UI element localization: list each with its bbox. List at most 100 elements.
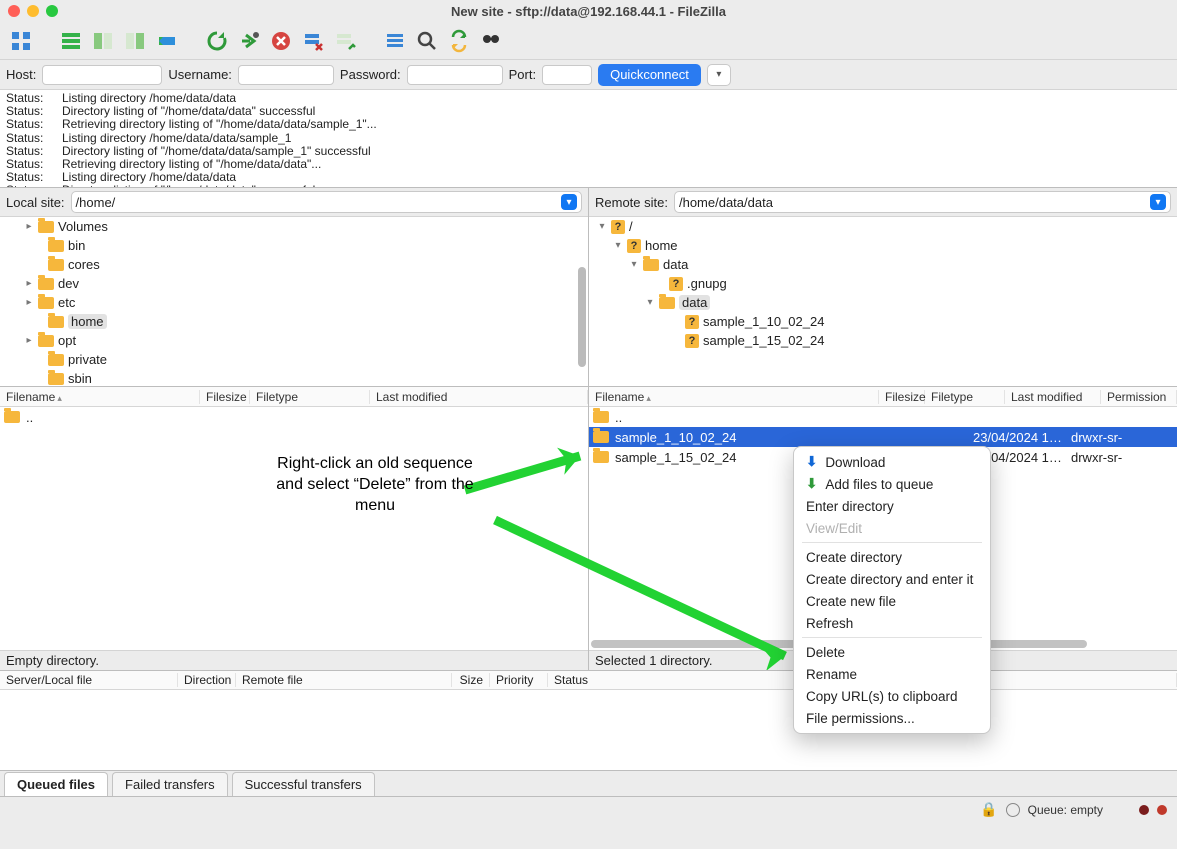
toggle-queue-icon[interactable]: [152, 26, 182, 56]
tree-node[interactable]: ▾?home: [589, 236, 1177, 255]
disclosure-icon[interactable]: ▾: [629, 259, 639, 270]
disclosure-icon[interactable]: ▸: [24, 278, 34, 289]
reconnect-icon[interactable]: [330, 26, 360, 56]
col-direction[interactable]: Direction: [178, 673, 236, 687]
remote-site-label: Remote site:: [595, 195, 668, 210]
globe-icon: [1006, 803, 1020, 817]
tree-node[interactable]: sbin: [0, 369, 588, 387]
tree-node[interactable]: home: [0, 312, 588, 331]
tree-node[interactable]: ▸etc: [0, 293, 588, 312]
local-path-input[interactable]: /home/ ▾: [71, 191, 582, 213]
col-size[interactable]: Size: [452, 673, 490, 687]
username-input[interactable]: [238, 65, 334, 85]
tab-queued[interactable]: Queued files: [4, 772, 108, 796]
folder-icon: [593, 411, 609, 423]
host-input[interactable]: [42, 65, 162, 85]
local-path-dropdown-icon[interactable]: ▾: [561, 194, 577, 210]
filter-icon[interactable]: [380, 26, 410, 56]
port-input[interactable]: [542, 65, 592, 85]
folder-icon: [659, 297, 675, 309]
tree-node[interactable]: ▾ data: [589, 255, 1177, 274]
ctx-rename[interactable]: Rename: [794, 663, 990, 685]
disconnect-icon[interactable]: [298, 26, 328, 56]
folder-icon: [643, 259, 659, 271]
ctx-refresh[interactable]: Refresh: [794, 612, 990, 634]
tree-node[interactable]: ▾?/: [589, 217, 1177, 236]
remote-tree[interactable]: ▾?/▾?home▾data?.gnupg▾data?sample_1_10_0…: [589, 217, 1177, 387]
ctx-create-file[interactable]: Create new file: [794, 590, 990, 612]
log-line: Status:Directory listing of "/home/data/…: [6, 145, 1171, 158]
unknown-folder-icon: ?: [611, 220, 625, 234]
tree-node[interactable]: ▸dev: [0, 274, 588, 293]
disclosure-icon[interactable]: ▸: [24, 221, 34, 232]
tree-node[interactable]: ▸opt: [0, 331, 588, 350]
site-manager-icon[interactable]: [6, 26, 36, 56]
disclosure-icon[interactable]: ▾: [645, 297, 655, 308]
col-priority[interactable]: Priority: [490, 673, 548, 687]
tree-node[interactable]: ▸ Volumes: [0, 217, 588, 236]
directory-compare-icon[interactable]: [412, 26, 442, 56]
ctx-download[interactable]: ⬇Download: [794, 451, 990, 473]
tree-label: Volumes: [58, 219, 108, 234]
col-permissions[interactable]: Permission: [1101, 390, 1177, 404]
col-remote[interactable]: Remote file: [236, 673, 452, 687]
cancel-icon[interactable]: [266, 26, 296, 56]
col-filename[interactable]: Filename: [6, 390, 55, 404]
ctx-file-permissions[interactable]: File permissions...: [794, 707, 990, 729]
local-tree-scrollbar[interactable]: [578, 267, 586, 367]
download-icon: ⬇: [806, 454, 817, 470]
tree-node[interactable]: bin: [0, 236, 588, 255]
file-row[interactable]: sample_1_10_02_2423/04/2024 1…drwxr-sr-: [589, 427, 1177, 447]
queue-status-text: Queue: empty: [1028, 803, 1103, 817]
col-filetype[interactable]: Filetype: [925, 390, 1005, 404]
activity-indicator-2: [1157, 805, 1167, 815]
disclosure-icon[interactable]: ▸: [24, 297, 34, 308]
disclosure-icon[interactable]: ▾: [597, 221, 607, 232]
ctx-enter-directory[interactable]: Enter directory: [794, 495, 990, 517]
queue-header[interactable]: Server/Local file Direction Remote file …: [0, 670, 1177, 690]
ctx-create-directory-enter[interactable]: Create directory and enter it: [794, 568, 990, 590]
ctx-add-to-queue[interactable]: ⬇Add files to queue: [794, 473, 990, 495]
col-server[interactable]: Server/Local file: [0, 673, 178, 687]
ctx-create-directory[interactable]: Create directory: [794, 546, 990, 568]
local-file-header[interactable]: Filename▴ Filesize Filetype Last modifie…: [0, 387, 588, 407]
toggle-local-tree-icon[interactable]: [88, 26, 118, 56]
refresh-icon[interactable]: [202, 26, 232, 56]
disclosure-icon[interactable]: ▾: [613, 240, 623, 251]
tree-node[interactable]: ?sample_1_10_02_24: [589, 312, 1177, 331]
toggle-log-icon[interactable]: [56, 26, 86, 56]
col-filetype[interactable]: Filetype: [250, 390, 370, 404]
col-lastmod[interactable]: Last modified: [1005, 390, 1101, 404]
tree-node[interactable]: ?sample_1_15_02_24: [589, 331, 1177, 350]
tab-failed[interactable]: Failed transfers: [112, 772, 228, 796]
tree-label: data: [663, 257, 688, 272]
remote-path-text: /home/data/data: [679, 195, 773, 210]
quickconnect-history-button[interactable]: ▾: [707, 64, 731, 86]
disclosure-icon[interactable]: ▸: [24, 335, 34, 346]
queue-body[interactable]: [0, 690, 1177, 770]
sync-browse-icon[interactable]: [444, 26, 474, 56]
tree-node[interactable]: ?.gnupg: [589, 274, 1177, 293]
local-path-text: /home/: [76, 195, 116, 210]
parent-dir-row[interactable]: ..: [0, 407, 588, 427]
search-remote-icon[interactable]: [476, 26, 506, 56]
password-input[interactable]: [407, 65, 503, 85]
toggle-remote-tree-icon[interactable]: [120, 26, 150, 56]
ctx-copy-url[interactable]: Copy URL(s) to clipboard: [794, 685, 990, 707]
tab-success[interactable]: Successful transfers: [232, 772, 375, 796]
parent-dir-row[interactable]: ..: [589, 407, 1177, 427]
tree-node[interactable]: cores: [0, 255, 588, 274]
ctx-delete[interactable]: Delete: [794, 641, 990, 663]
col-filesize[interactable]: Filesize: [879, 390, 925, 404]
process-queue-icon[interactable]: [234, 26, 264, 56]
col-filesize[interactable]: Filesize: [200, 390, 250, 404]
local-tree[interactable]: ▸ Volumes bincores▸dev▸etchome▸optprivates…: [0, 217, 588, 387]
col-lastmod[interactable]: Last modified: [370, 390, 588, 404]
tree-node[interactable]: ▾data: [589, 293, 1177, 312]
remote-file-header[interactable]: Filename▴ Filesize Filetype Last modifie…: [589, 387, 1177, 407]
col-filename[interactable]: Filename: [595, 390, 644, 404]
remote-path-input[interactable]: /home/data/data ▾: [674, 191, 1171, 213]
remote-path-dropdown-icon[interactable]: ▾: [1150, 194, 1166, 210]
tree-node[interactable]: private: [0, 350, 588, 369]
quickconnect-button[interactable]: Quickconnect: [598, 64, 701, 86]
